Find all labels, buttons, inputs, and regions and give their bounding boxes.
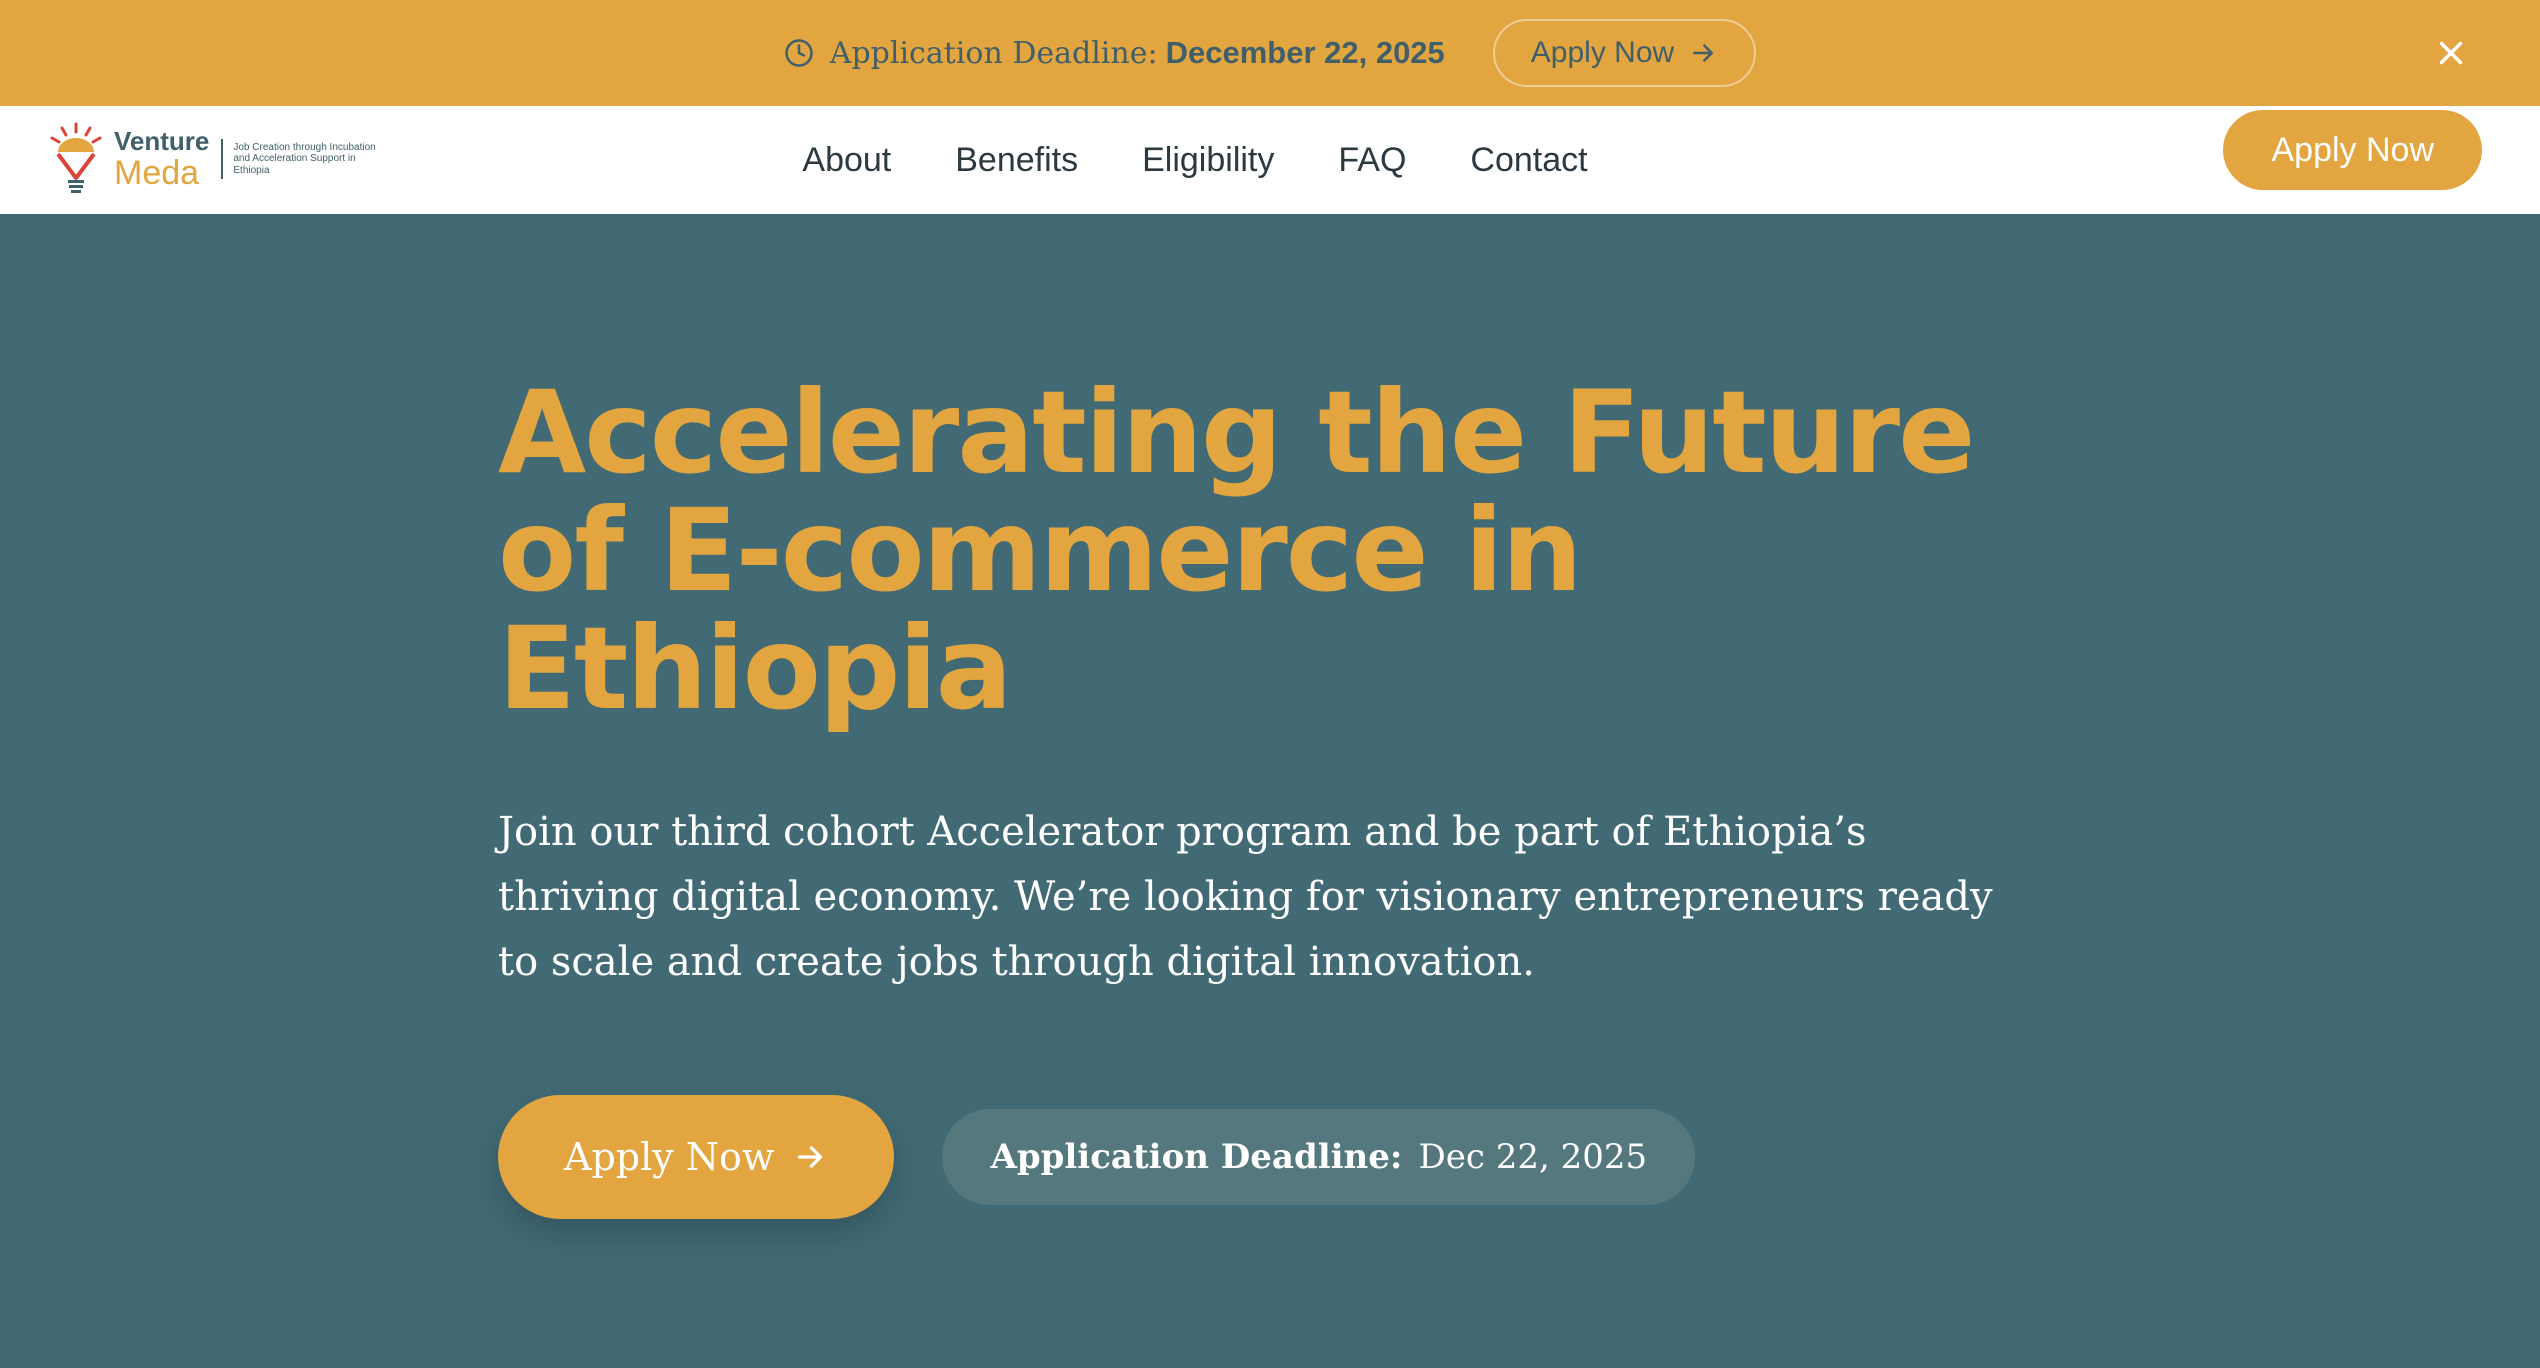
announcement-apply-label: Apply Now — [1530, 36, 1675, 69]
hero-apply-button[interactable]: Apply Now — [498, 1095, 895, 1219]
logo[interactable]: Venture Meda Job Creation through Incuba… — [48, 116, 393, 202]
nav-link-faq[interactable]: FAQ — [1338, 141, 1406, 180]
announcement-deadline-date: December 22, 2025 — [1165, 35, 1445, 70]
hero-apply-label: Apply Now — [564, 1135, 775, 1179]
logo-wordmark: Venture Meda — [114, 128, 209, 190]
hero-subtitle: Join our third cohort Accelerator progra… — [498, 809, 1993, 985]
nav-link-about[interactable]: About — [802, 141, 891, 180]
hero-section: Accelerating the Future of E-commerce in… — [498, 214, 2058, 1219]
logo-divider — [221, 139, 224, 179]
arrow-right-icon — [1688, 38, 1718, 68]
nav-link-benefits[interactable]: Benefits — [955, 141, 1078, 180]
deadline-badge: Application Deadline: Dec 22, 2025 — [942, 1109, 1696, 1205]
deadline-badge-label: Application Deadline: — [990, 1137, 1403, 1177]
logo-word-meda: Meda — [114, 154, 200, 192]
announcement-bar: Application Deadline: December 22, 2025 … — [0, 0, 2540, 106]
nav-link-eligibility[interactable]: Eligibility — [1142, 141, 1274, 180]
deadline-badge-date: Dec 22, 2025 — [1418, 1137, 1648, 1177]
close-icon[interactable] — [2432, 34, 2470, 72]
clock-icon — [784, 38, 814, 68]
announcement-deadline-label: Application Deadline: — [829, 35, 1158, 71]
logo-word-venture: Venture — [114, 126, 210, 156]
hero-title: Accelerating the Future of E-commerce in… — [498, 366, 1975, 735]
nav-link-contact[interactable]: Contact — [1470, 141, 1587, 180]
announcement-apply-button[interactable]: Apply Now — [1492, 19, 1757, 87]
navbar: Venture Meda Job Creation through Incuba… — [0, 106, 2540, 214]
announcement-content: Application Deadline: December 22, 2025 … — [784, 19, 1757, 87]
hero-actions: Apply Now Application Deadline: Dec 22, … — [498, 1095, 2058, 1219]
logo-tagline: Job Creation through Incubation and Acce… — [233, 141, 376, 176]
nav-apply-button[interactable]: Apply Now — [2223, 110, 2482, 190]
lightbulb-logo-icon — [50, 122, 102, 193]
arrow-right-icon — [792, 1139, 828, 1175]
